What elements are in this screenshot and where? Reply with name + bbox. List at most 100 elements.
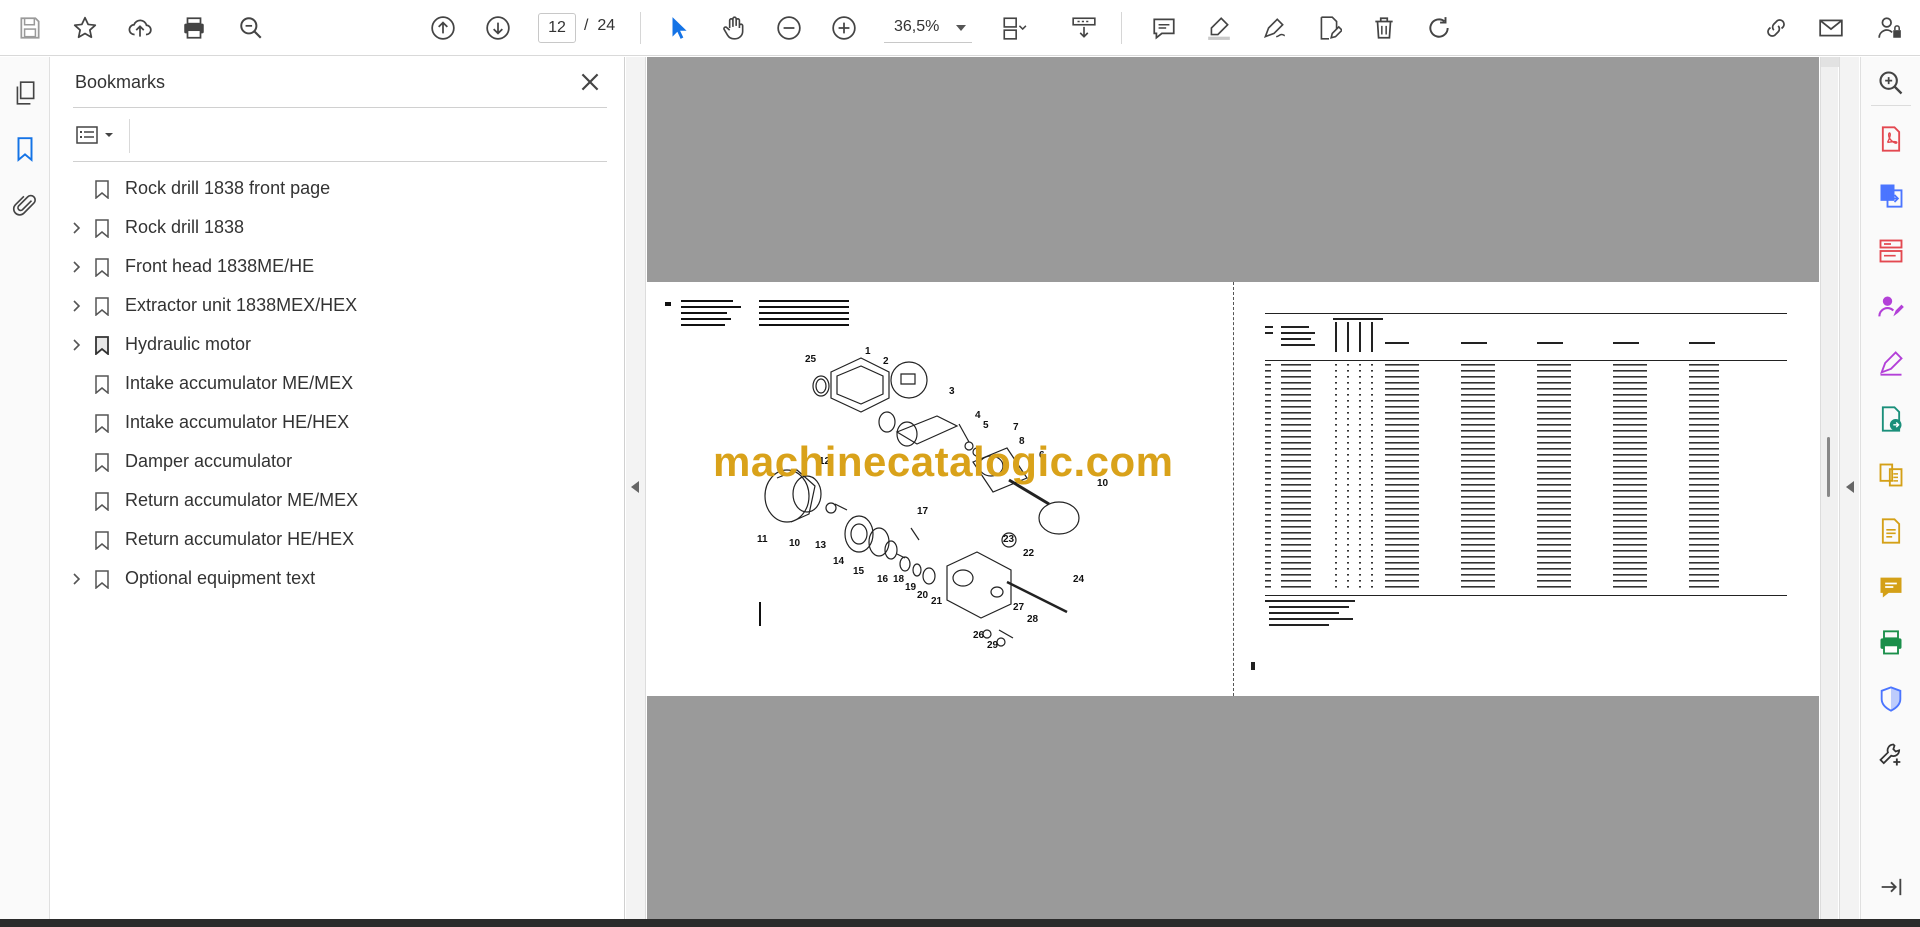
select-cursor-icon[interactable] bbox=[661, 10, 697, 46]
svg-text:23: 23 bbox=[1003, 534, 1015, 545]
attachments-paperclip-icon[interactable] bbox=[9, 189, 41, 221]
vertical-scrollbar[interactable] bbox=[1820, 57, 1839, 919]
bookmark-label[interactable]: Hydraulic motor bbox=[125, 334, 251, 355]
right-tools-rail bbox=[1860, 57, 1920, 919]
redo-rotate-icon[interactable] bbox=[1421, 10, 1457, 46]
bookmark-label[interactable]: Intake accumulator ME/MEX bbox=[125, 373, 353, 394]
chevron-right-icon[interactable] bbox=[70, 572, 84, 586]
chevron-right-icon[interactable] bbox=[70, 221, 84, 235]
collapse-left-panel-handle[interactable] bbox=[626, 57, 646, 927]
bookmark-flag-icon bbox=[95, 375, 109, 395]
next-page-icon[interactable] bbox=[480, 10, 516, 46]
panel-divider bbox=[73, 161, 607, 162]
svg-text:5: 5 bbox=[983, 420, 989, 431]
svg-text:27: 27 bbox=[1013, 602, 1025, 613]
expand-panel-icon[interactable] bbox=[1875, 871, 1907, 903]
bookmark-item[interactable]: Rock drill 1838 front page bbox=[51, 169, 625, 208]
bookmark-label[interactable]: Return accumulator HE/HEX bbox=[125, 529, 354, 550]
fill-sign-icon[interactable] bbox=[1875, 347, 1907, 379]
bookmark-item[interactable]: Intake accumulator ME/MEX bbox=[51, 364, 625, 403]
bookmarks-panel-title: Bookmarks bbox=[75, 72, 166, 92]
document-viewport[interactable]: 25 1 2 3 4578 6 10 12 11 10 13 17 14 15 16 18 19 20 2… bbox=[647, 57, 1819, 919]
comment-icon[interactable] bbox=[1146, 10, 1182, 46]
collapse-right-panel-handle[interactable] bbox=[1839, 57, 1859, 919]
left-navigation-rail bbox=[0, 57, 50, 927]
scrollbar-top-cap[interactable] bbox=[1821, 57, 1839, 67]
bookmark-item[interactable]: Extractor unit 1838MEX/HEX bbox=[51, 286, 625, 325]
comment-tool-icon[interactable] bbox=[1875, 571, 1907, 603]
scrollbar-thumb[interactable] bbox=[1827, 437, 1830, 497]
chevron-down-icon[interactable] bbox=[956, 25, 966, 31]
bookmark-label[interactable]: Return accumulator ME/MEX bbox=[125, 490, 358, 511]
svg-text:14: 14 bbox=[833, 556, 845, 567]
bookmark-label[interactable]: Intake accumulator HE/HEX bbox=[125, 412, 349, 433]
bookmark-label[interactable]: Rock drill 1838 front page bbox=[125, 178, 330, 199]
bookmark-label[interactable]: Rock drill 1838 bbox=[125, 217, 244, 238]
chevron-left-icon[interactable] bbox=[631, 481, 639, 493]
parts-diagram-image: 25123 45 78 61012 11 10 1317 141516 18 19202… bbox=[665, 300, 1109, 651]
draw-pen-icon[interactable] bbox=[1256, 10, 1292, 46]
print-icon[interactable] bbox=[176, 10, 212, 46]
bookmark-flag-icon bbox=[95, 570, 109, 590]
chevron-left-icon[interactable] bbox=[1846, 481, 1854, 493]
rail-divider bbox=[1871, 105, 1911, 106]
zoom-search-icon[interactable] bbox=[233, 10, 269, 46]
bookmark-label[interactable]: Front head 1838ME/HE bbox=[125, 256, 314, 277]
chevron-right-icon[interactable] bbox=[70, 338, 84, 352]
star-icon[interactable] bbox=[67, 10, 103, 46]
svg-text:21: 21 bbox=[931, 596, 943, 607]
bookmark-item[interactable]: Damper accumulator bbox=[51, 442, 625, 481]
print-production-icon[interactable] bbox=[1875, 627, 1907, 659]
zoom-in-icon[interactable] bbox=[826, 10, 862, 46]
pdf-page-spread: 25 1 2 3 4578 6 10 12 11 10 13 17 14 15 16 18 19 20 2… bbox=[647, 282, 1819, 696]
panel-divider bbox=[73, 107, 607, 108]
share-link-icon[interactable] bbox=[1758, 10, 1794, 46]
page-count: / 24 bbox=[584, 17, 615, 35]
edit-document-icon[interactable] bbox=[1311, 10, 1347, 46]
bookmark-item[interactable]: Return accumulator HE/HEX bbox=[51, 520, 625, 559]
chevron-down-icon bbox=[105, 133, 113, 137]
organize-pages-icon[interactable] bbox=[1875, 235, 1907, 267]
protect-shield-icon[interactable] bbox=[1875, 683, 1907, 715]
bookmark-label[interactable]: Optional equipment text bbox=[125, 568, 315, 589]
hand-tool-icon[interactable] bbox=[716, 10, 752, 46]
zoom-level-select[interactable]: 36,5% bbox=[884, 13, 972, 43]
page-thumbnails-icon[interactable] bbox=[9, 77, 41, 109]
save-icon[interactable] bbox=[12, 10, 48, 46]
bookmark-item[interactable]: Return accumulator ME/MEX bbox=[51, 481, 625, 520]
bookmark-label[interactable]: Extractor unit 1838MEX/HEX bbox=[125, 295, 357, 316]
chevron-right-icon[interactable] bbox=[70, 299, 84, 313]
bookmark-item[interactable]: Rock drill 1838 bbox=[51, 208, 625, 247]
bookmarks-icon[interactable] bbox=[9, 133, 41, 165]
request-signature-icon[interactable] bbox=[1875, 291, 1907, 323]
page-number-input[interactable]: 12 bbox=[538, 13, 576, 43]
export-pdf-icon[interactable] bbox=[1875, 179, 1907, 211]
email-icon[interactable] bbox=[1813, 10, 1849, 46]
account-lock-icon[interactable] bbox=[1872, 10, 1908, 46]
upload-cloud-icon[interactable] bbox=[122, 10, 158, 46]
previous-page-icon[interactable] bbox=[425, 10, 461, 46]
chevron-right-icon[interactable] bbox=[70, 260, 84, 274]
bookmark-item[interactable]: Optional equipment text bbox=[51, 559, 625, 598]
scan-ocr-icon[interactable] bbox=[1875, 515, 1907, 547]
zoom-search-icon[interactable] bbox=[1875, 67, 1907, 99]
compare-files-icon[interactable] bbox=[1875, 459, 1907, 491]
bookmark-item[interactable]: Front head 1838ME/HE bbox=[51, 247, 625, 286]
bookmark-item[interactable]: Intake accumulator HE/HEX bbox=[51, 403, 625, 442]
highlight-icon[interactable] bbox=[1201, 10, 1237, 46]
zoom-out-icon[interactable] bbox=[771, 10, 807, 46]
bookmark-flag-icon bbox=[95, 180, 109, 200]
page-layout-icon[interactable] bbox=[996, 10, 1032, 46]
toolbar-divider bbox=[640, 12, 641, 44]
delete-trash-icon[interactable] bbox=[1366, 10, 1402, 46]
bookmark-options-button[interactable] bbox=[75, 121, 119, 149]
svg-text:11: 11 bbox=[757, 534, 768, 545]
scroll-mode-icon[interactable] bbox=[1066, 10, 1102, 46]
bookmark-item[interactable]: Hydraulic motor bbox=[51, 325, 625, 364]
create-pdf-icon[interactable] bbox=[1875, 123, 1907, 155]
close-icon[interactable] bbox=[577, 69, 603, 95]
send-for-comments-icon[interactable] bbox=[1875, 403, 1907, 435]
more-tools-icon[interactable] bbox=[1875, 739, 1907, 771]
bookmark-flag-icon bbox=[95, 414, 109, 434]
bookmark-label[interactable]: Damper accumulator bbox=[125, 451, 292, 472]
